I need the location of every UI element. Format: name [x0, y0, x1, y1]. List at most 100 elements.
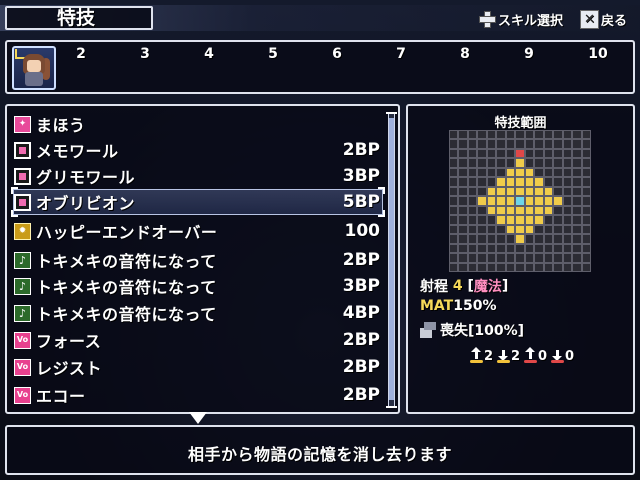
grid-cell-area	[525, 216, 534, 224]
screen-title: 特技	[5, 6, 153, 30]
party-slot-2[interactable]: 2	[71, 46, 91, 62]
grid-cell-area	[535, 206, 543, 215]
skill-row-grimoire[interactable]: グリモワール 3BP	[14, 163, 380, 189]
grid-cell-area	[535, 187, 543, 196]
grid-cell	[450, 140, 458, 148]
skill-row-oblivion[interactable]: オブリビオン 5BP	[14, 189, 380, 215]
skill-name: グリモワール	[36, 168, 136, 187]
party-slot-5[interactable]: 5	[263, 46, 283, 62]
skill-cost: 100	[344, 221, 381, 241]
grid-cell-area	[525, 168, 534, 177]
grid-cell	[459, 159, 467, 167]
grid-cell	[478, 244, 486, 253]
hint-back[interactable]: ✕ 戻る	[580, 8, 627, 30]
range-title: 特技範囲	[494, 116, 547, 131]
skill-row-resist[interactable]: Vo レジスト 2BP	[14, 354, 380, 380]
grid-cell	[573, 178, 581, 186]
grid-cell	[497, 254, 505, 262]
party-slot-10[interactable]: 10	[585, 46, 611, 62]
grid-cell	[497, 149, 505, 158]
grid-cell	[582, 178, 590, 186]
grid-cell	[563, 206, 572, 215]
grid-cell	[525, 244, 534, 253]
skill-cost: 2BP	[342, 330, 380, 350]
grid-cell	[459, 263, 467, 271]
grid-cell	[563, 197, 572, 205]
grid-cell-area	[516, 206, 524, 215]
skill-cost: 4BP	[342, 303, 380, 323]
skill-row-echo[interactable]: Vo エコー 2BP	[14, 382, 380, 408]
skill-name: ハッピーエンドオーバー	[36, 223, 218, 242]
party-slot-3[interactable]: 3	[135, 46, 155, 62]
grid-cell	[563, 159, 572, 167]
grid-cell	[450, 254, 458, 262]
vo-icon: Vo	[14, 358, 31, 376]
grid-cell	[554, 235, 562, 243]
grid-cell	[468, 263, 477, 271]
skill-row-tokimeki-1[interactable]: ♪ トキメキの音符になって 2BP	[14, 247, 380, 273]
skill-row-happy-end-over[interactable]: ✹ ハッピーエンドオーバー 100	[14, 218, 380, 244]
grid-cell	[478, 168, 486, 177]
grid-cell	[554, 149, 562, 158]
grid-cell	[459, 168, 467, 177]
grid-cell	[554, 131, 562, 139]
grid-cell	[544, 235, 553, 243]
grid-cell	[582, 235, 590, 243]
arrow-value: 2	[484, 349, 494, 364]
grid-cell	[535, 254, 543, 262]
party-slot-8[interactable]: 8	[455, 46, 475, 62]
skill-box-icon	[14, 167, 31, 185]
skill-name: トキメキの音符になって	[36, 252, 217, 271]
grid-cell-area	[497, 187, 505, 196]
party-slot-9[interactable]: 9	[519, 46, 539, 62]
grid-cell	[478, 187, 486, 196]
range-grid	[449, 130, 591, 272]
grid-cell	[487, 225, 496, 234]
party-slot-7[interactable]: 7	[391, 46, 411, 62]
grid-cell-area	[506, 187, 515, 196]
grid-cell	[573, 206, 581, 215]
music-note-icon: ♪	[14, 304, 31, 322]
grid-cell	[459, 178, 467, 186]
skill-row-force[interactable]: Vo フォース 2BP	[14, 327, 380, 353]
grid-cell-area	[516, 225, 524, 234]
party-slot-1[interactable]	[12, 46, 56, 90]
skill-row-tokimeki-3[interactable]: ♪ トキメキの音符になって 4BP	[14, 300, 380, 326]
grid-cell	[450, 197, 458, 205]
dpad-icon	[478, 10, 496, 28]
grid-cell	[535, 225, 543, 234]
skill-row-memoir[interactable]: メモワール 2BP	[14, 137, 380, 163]
grid-cell	[478, 131, 486, 139]
grid-cell	[535, 168, 543, 177]
party-bar: 2 3 4 5 6 7 8 9 10	[5, 40, 635, 94]
grid-cell	[459, 140, 467, 148]
skill-row-tokimeki-2[interactable]: ♪ トキメキの音符になって 3BP	[14, 273, 380, 299]
grid-cell	[563, 244, 572, 253]
grid-cell-area	[497, 178, 505, 186]
grid-cell	[487, 244, 496, 253]
grid-cell	[516, 244, 524, 253]
grid-cell-area	[525, 225, 534, 234]
skill-category-magic[interactable]: ✦ まほう	[14, 111, 380, 137]
grid-cell	[497, 235, 505, 243]
scroll-down-arrow-icon[interactable]	[189, 412, 207, 424]
grid-cell-area	[516, 159, 524, 167]
skill-box-icon	[14, 141, 31, 159]
grid-cell	[563, 149, 572, 158]
grid-cell	[563, 254, 572, 262]
skill-list-scrollbar[interactable]	[386, 112, 397, 408]
grid-cell-area	[525, 178, 534, 186]
grid-cell-area	[516, 216, 524, 224]
grid-cell	[506, 235, 515, 243]
grid-cell	[468, 254, 477, 262]
grid-cell-area	[487, 187, 496, 196]
grid-cell	[544, 263, 553, 271]
grid-cell	[573, 149, 581, 158]
scrollbar-thumb[interactable]	[389, 118, 394, 400]
grid-cell	[535, 149, 543, 158]
description-panel: 相手から物語の記憶を消し去ります	[5, 425, 635, 475]
grid-cell-area	[487, 197, 496, 205]
party-slot-6[interactable]: 6	[327, 46, 347, 62]
party-slot-4[interactable]: 4	[199, 46, 219, 62]
grid-cell	[468, 159, 477, 167]
